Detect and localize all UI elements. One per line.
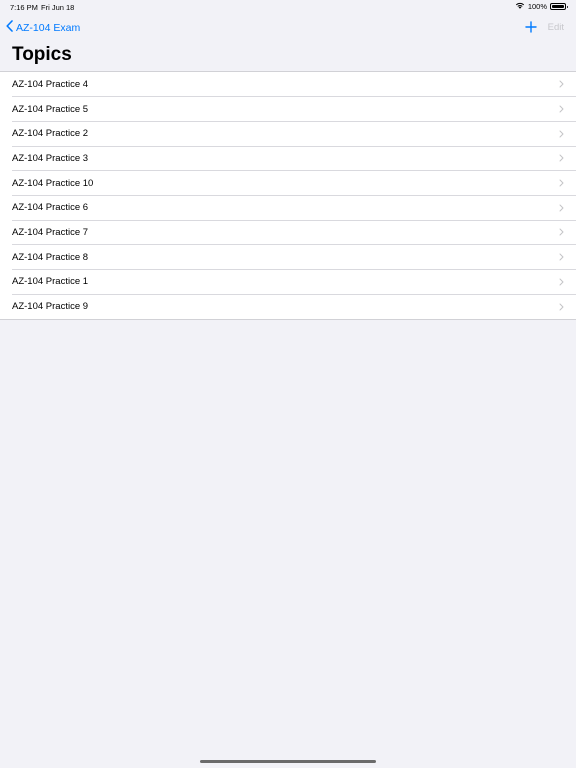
list-item[interactable]: AZ-104 Practice 8 [0, 245, 576, 270]
page-title: Topics [12, 44, 72, 65]
list-item-label: AZ-104 Practice 2 [12, 128, 89, 140]
chevron-right-icon [559, 204, 564, 212]
status-time: 7:16 PM [10, 3, 38, 12]
list-item-label: AZ-104 Practice 7 [12, 226, 89, 238]
list-item[interactable]: AZ-104 Practice 1 [0, 270, 576, 295]
list-item-label: AZ-104 Practice 8 [12, 251, 89, 263]
list-item-label: AZ-104 Practice 9 [12, 301, 89, 313]
plus-icon [525, 21, 537, 33]
chevron-right-icon [559, 105, 564, 113]
list-item[interactable]: AZ-104 Practice 2 [0, 121, 576, 146]
status-bar: 7:16 PM Fri Jun 18 100% [0, 0, 576, 14]
list-item[interactable]: AZ-104 Practice 4 [0, 72, 576, 97]
status-date: Fri Jun 18 [41, 3, 75, 12]
chevron-right-icon [559, 278, 564, 286]
list-item[interactable]: AZ-104 Practice 9 [0, 294, 576, 319]
add-button[interactable] [524, 20, 538, 34]
edit-button[interactable]: Edit [548, 22, 564, 33]
chevron-right-icon [559, 303, 564, 311]
list-item-label: AZ-104 Practice 4 [12, 78, 89, 90]
chevron-left-icon [6, 20, 16, 35]
list-item-label: AZ-104 Practice 6 [12, 202, 89, 214]
back-button-label: AZ-104 Exam [16, 21, 81, 34]
navigation-bar: AZ-104 Exam Edit [0, 16, 576, 40]
chevron-right-icon [559, 228, 564, 236]
chevron-right-icon [559, 130, 564, 138]
list-item[interactable]: AZ-104 Practice 10 [0, 171, 576, 196]
list-item-label: AZ-104 Practice 5 [12, 103, 89, 115]
chevron-right-icon [559, 154, 564, 162]
home-indicator[interactable] [200, 760, 376, 763]
topics-list: AZ-104 Practice 4 AZ-104 Practice 5 AZ-1… [0, 71, 576, 320]
list-item-label: AZ-104 Practice 1 [12, 276, 89, 288]
battery-icon [550, 3, 568, 10]
status-indicators: 100% [515, 2, 568, 11]
list-item[interactable]: AZ-104 Practice 3 [0, 146, 576, 171]
wifi-icon [515, 2, 525, 11]
list-item-label: AZ-104 Practice 10 [12, 177, 94, 189]
battery-percentage: 100% [527, 2, 547, 11]
list-item[interactable]: AZ-104 Practice 5 [0, 97, 576, 122]
chevron-right-icon [559, 253, 564, 261]
chevron-right-icon [559, 179, 564, 187]
chevron-right-icon [559, 80, 564, 88]
list-item-label: AZ-104 Practice 3 [12, 152, 89, 164]
list-item[interactable]: AZ-104 Practice 6 [0, 195, 576, 220]
back-button[interactable]: AZ-104 Exam [6, 20, 80, 35]
list-item[interactable]: AZ-104 Practice 7 [0, 220, 576, 245]
